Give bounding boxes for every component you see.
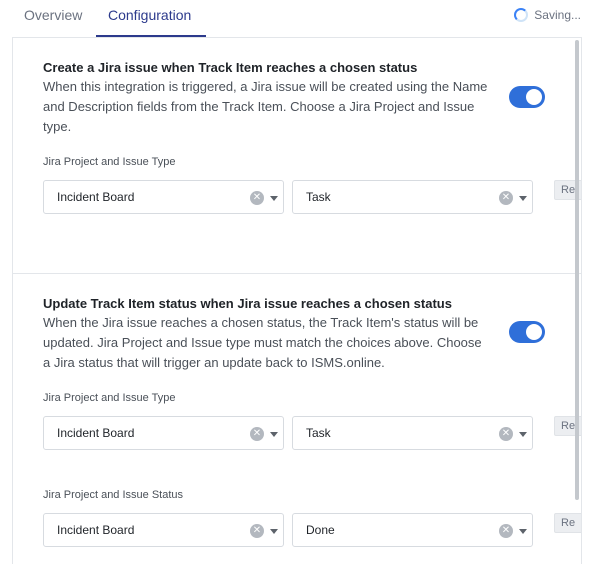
section-update-status-description: When the Jira issue reaches a chosen sta… — [43, 315, 482, 370]
chevron-down-icon[interactable] — [270, 529, 278, 534]
clear-icon[interactable]: ✕ — [499, 191, 513, 205]
configuration-panel: Create a Jira issue when Track Item reac… — [12, 37, 582, 564]
clear-icon[interactable]: ✕ — [250, 427, 264, 441]
tab-configuration[interactable]: Configuration — [108, 7, 191, 23]
toggle-knob — [526, 324, 542, 340]
saving-label: Saving... — [534, 8, 581, 22]
clear-icon[interactable]: ✕ — [250, 191, 264, 205]
jira-project-select[interactable]: Incident Board ✕ — [43, 416, 284, 450]
section-divider — [13, 273, 581, 274]
jira-issue-type-select[interactable]: Task ✕ — [292, 416, 533, 450]
field-label-issue-type: Jira Project and Issue Type — [43, 392, 176, 404]
tab-overview[interactable]: Overview — [24, 7, 82, 23]
side-action-button[interactable]: Re — [554, 513, 581, 533]
select-value: Incident Board — [57, 190, 135, 204]
select-value: Task — [306, 426, 331, 440]
select-value: Done — [306, 523, 335, 537]
jira-issue-type-select[interactable]: Task ✕ — [292, 180, 533, 214]
clear-icon[interactable]: ✕ — [250, 524, 264, 538]
clear-icon[interactable]: ✕ — [499, 427, 513, 441]
tab-bar: Overview Configuration Saving... — [0, 0, 593, 37]
scrollbar[interactable] — [575, 40, 579, 500]
field-label-issue-status: Jira Project and Issue Status — [43, 489, 184, 501]
select-value: Incident Board — [57, 426, 135, 440]
spinner-icon — [514, 8, 529, 22]
toggle-knob — [526, 89, 542, 105]
chevron-down-icon[interactable] — [519, 529, 527, 534]
select-value: Task — [306, 190, 331, 204]
create-issue-toggle[interactable] — [509, 86, 545, 108]
select-value: Incident Board — [57, 523, 135, 537]
chevron-down-icon[interactable] — [270, 432, 278, 437]
jira-status-project-select[interactable]: Incident Board ✕ — [43, 513, 284, 547]
chevron-down-icon[interactable] — [519, 432, 527, 437]
chevron-down-icon[interactable] — [519, 196, 527, 201]
jira-project-select[interactable]: Incident Board ✕ — [43, 180, 284, 214]
field-label-issue-type: Jira Project and Issue Type — [43, 156, 176, 168]
section-update-status-title: Update Track Item status when Jira issue… — [43, 296, 452, 311]
section-create-issue-description: When this integration is triggered, a Ji… — [43, 79, 488, 134]
jira-status-select[interactable]: Done ✕ — [292, 513, 533, 547]
update-status-toggle[interactable] — [509, 321, 545, 343]
section-create-issue-title: Create a Jira issue when Track Item reac… — [43, 60, 418, 75]
clear-icon[interactable]: ✕ — [499, 524, 513, 538]
saving-status: Saving... — [514, 8, 581, 22]
chevron-down-icon[interactable] — [270, 196, 278, 201]
